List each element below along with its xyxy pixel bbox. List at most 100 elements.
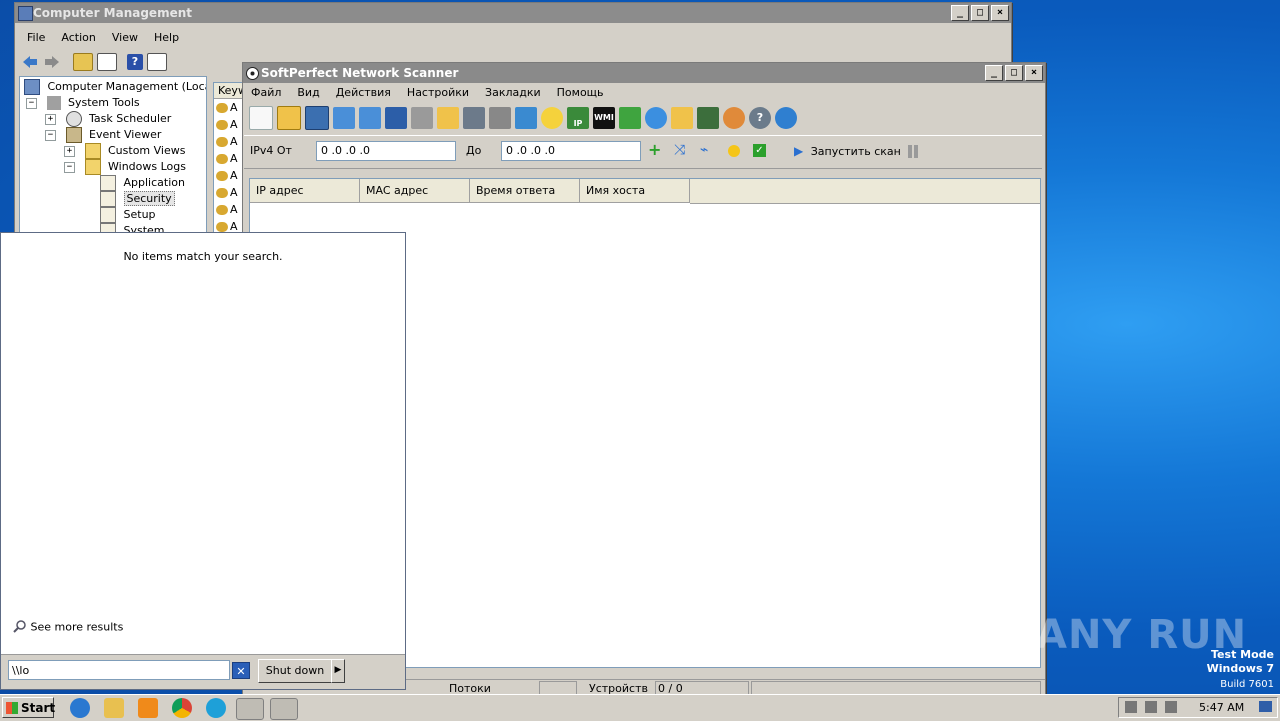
maximize-button[interactable]: □: [1005, 65, 1023, 81]
tree-task-scheduler[interactable]: + Task Scheduler: [45, 111, 171, 127]
filter-folder-icon[interactable]: [437, 107, 459, 129]
maximize-button[interactable]: □: [971, 5, 989, 21]
menu-help-ru[interactable]: Помощь: [549, 86, 612, 99]
help-icon[interactable]: ?: [127, 54, 143, 70]
add-range-icon[interactable]: +: [648, 142, 661, 158]
network-scanner-taskbar-icon[interactable]: [270, 698, 298, 720]
ip-from-input[interactable]: 0 .0 .0 .0: [316, 141, 456, 161]
scanner-app-icon: [246, 66, 259, 80]
star-icon[interactable]: [728, 145, 740, 157]
filter-icon[interactable]: [463, 107, 485, 129]
menu-file-ru[interactable]: Файл: [243, 86, 289, 99]
clock[interactable]: 5:47 AM: [1199, 701, 1244, 714]
clear-search-icon[interactable]: ✕: [232, 662, 250, 679]
menu-file[interactable]: File: [19, 31, 53, 44]
start-button[interactable]: Start: [2, 697, 55, 718]
start-scan-button[interactable]: ▶ Запустить скан: [794, 144, 901, 158]
menu-action[interactable]: Action: [53, 31, 103, 44]
expand-all-icon[interactable]: [333, 107, 355, 129]
ie-icon[interactable]: [70, 698, 90, 718]
up-folder-icon[interactable]: [73, 53, 93, 71]
column-response-time[interactable]: Время ответа: [470, 179, 580, 203]
column-hostname[interactable]: Имя хоста: [580, 179, 690, 203]
minimize-button[interactable]: _: [985, 65, 1003, 81]
tools-icon: [46, 96, 61, 110]
cm-menubar: File Action View Help: [19, 27, 1011, 47]
see-more-results-link[interactable]: See more results: [13, 619, 123, 636]
shutdown-options-arrow-icon[interactable]: ▶: [331, 659, 345, 683]
traffic-monitor-icon[interactable]: [697, 107, 719, 129]
back-arrow-icon[interactable]: [21, 54, 39, 70]
collapse-icon[interactable]: −: [64, 161, 75, 173]
table-header-fill: [690, 179, 1040, 204]
taskbar: Start 5:47 AM: [0, 694, 1280, 721]
menu-view[interactable]: View: [104, 31, 146, 44]
tree-application[interactable]: Application: [100, 175, 185, 191]
shuffle-icon[interactable]: ⤨: [674, 142, 685, 158]
settings-gear-icon[interactable]: [645, 107, 667, 129]
find-binoculars-icon[interactable]: [385, 107, 407, 129]
tree-setup[interactable]: Setup: [100, 207, 156, 223]
tree-custom-views[interactable]: + Custom Views: [64, 143, 185, 159]
edge-icon[interactable]: [206, 698, 226, 718]
menu-actions-ru[interactable]: Действия: [328, 86, 399, 99]
checkbox-icon[interactable]: ✓: [753, 144, 766, 157]
scanner-titlebar[interactable]: SoftPerfect Network Scanner _ □ ×: [243, 63, 1045, 83]
tree-task-scheduler-label: Task Scheduler: [89, 112, 172, 125]
pause-icon[interactable]: [908, 145, 912, 158]
collapse-all-icon[interactable]: [359, 107, 381, 129]
close-button[interactable]: ×: [991, 5, 1009, 21]
start-search-input[interactable]: \\lo: [8, 660, 230, 680]
link-icon[interactable]: ⌁: [700, 142, 708, 158]
help-icon[interactable]: ?: [749, 107, 771, 129]
menu-bookmarks-ru[interactable]: Закладки: [477, 86, 549, 99]
close-button[interactable]: ×: [1025, 65, 1043, 81]
minimize-button[interactable]: _: [951, 5, 969, 21]
column-ip[interactable]: IP адрес: [250, 179, 360, 203]
menu-help[interactable]: Help: [146, 31, 187, 44]
computer-management-titlebar[interactable]: Computer Management _ □ ×: [15, 3, 1011, 23]
scanner-menubar: Файл Вид Действия Настройки Закладки Пом…: [243, 82, 1045, 102]
tools-icon[interactable]: [489, 107, 511, 129]
menu-settings-ru[interactable]: Настройки: [399, 86, 477, 99]
tree-root[interactable]: Computer Management (Local): [24, 79, 206, 95]
expand-icon[interactable]: +: [45, 113, 56, 125]
expand-icon[interactable]: +: [64, 145, 75, 157]
registry-icon[interactable]: [619, 107, 641, 129]
explorer-folder-icon[interactable]: [104, 698, 124, 718]
shared-folder-icon[interactable]: [671, 107, 693, 129]
computer-management-taskbar-icon[interactable]: [236, 698, 264, 720]
new-file-icon[interactable]: [249, 106, 273, 130]
save-icon[interactable]: [305, 106, 329, 130]
key-icon: [216, 103, 228, 113]
monitor-icon[interactable]: [515, 107, 537, 129]
tree-event-viewer[interactable]: − Event Viewer: [45, 127, 161, 143]
collapse-icon[interactable]: −: [45, 129, 56, 141]
collapse-icon[interactable]: −: [26, 97, 37, 109]
open-folder-icon[interactable]: [277, 106, 301, 130]
network-icon[interactable]: [1145, 701, 1157, 713]
show-hide-tree-icon[interactable]: [97, 53, 117, 71]
ip-icon[interactable]: IP: [567, 107, 589, 129]
chrome-icon[interactable]: [172, 698, 192, 718]
ip-to-input[interactable]: 0 .0 .0 .0: [501, 141, 641, 161]
shutdown-button[interactable]: Shut down: [258, 659, 332, 683]
tree-windows-logs[interactable]: − Windows Logs: [64, 159, 186, 175]
lightbulb-icon[interactable]: [541, 107, 563, 129]
wmi-icon[interactable]: WMI: [593, 107, 615, 129]
show-desktop-icon[interactable]: [1259, 701, 1272, 712]
volume-icon[interactable]: [1125, 701, 1137, 713]
tree-system-tools[interactable]: − System Tools: [26, 95, 140, 111]
tree-security[interactable]: Security: [100, 191, 175, 207]
globe-icon[interactable]: [775, 107, 797, 129]
list-item-label: A: [230, 203, 238, 216]
users-icon[interactable]: [723, 107, 745, 129]
delete-icon[interactable]: [411, 107, 433, 129]
action-center-flag-icon[interactable]: [1165, 701, 1177, 713]
properties-icon[interactable]: [147, 53, 167, 71]
menu-view-ru[interactable]: Вид: [289, 86, 327, 99]
media-player-icon[interactable]: [138, 698, 158, 718]
key-icon: [216, 137, 228, 147]
forward-arrow-icon[interactable]: [43, 54, 61, 70]
column-mac[interactable]: MAC адрес: [360, 179, 470, 203]
